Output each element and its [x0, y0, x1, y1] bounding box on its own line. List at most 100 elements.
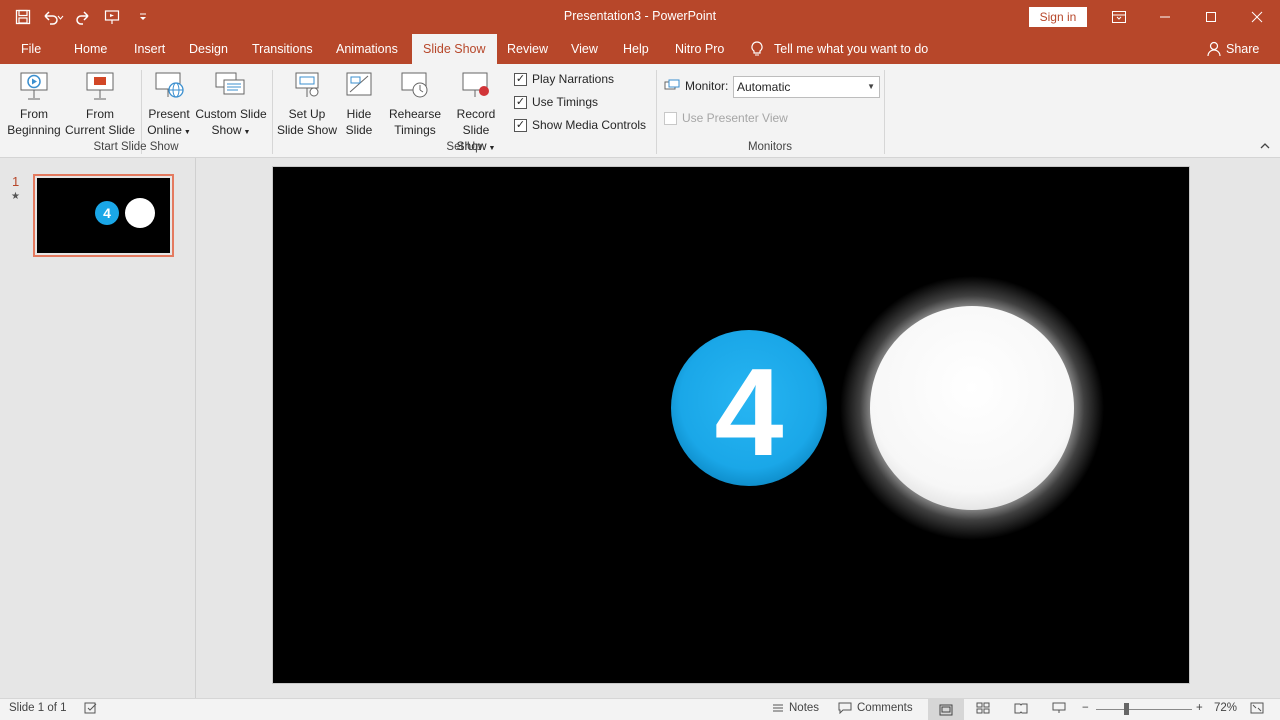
set-up-slide-show-button[interactable]: Set Up Slide Show [276, 70, 338, 138]
normal-view-button[interactable] [928, 699, 964, 720]
hide-slide-button[interactable]: Hide Slide [338, 70, 380, 138]
hide-slide-icon [346, 72, 372, 96]
thumbnail-graphics: 4 [95, 198, 155, 228]
glowing-white-circle[interactable] [840, 276, 1104, 540]
ribbon-tabs: File Home Insert Design Transitions Anim… [0, 34, 1280, 64]
tab-animations[interactable]: Animations [336, 34, 398, 64]
custom-show-label-1: Custom Slide [195, 107, 267, 121]
chevron-down-icon: ▼ [867, 82, 875, 91]
maximize-icon[interactable] [1188, 0, 1234, 34]
normal-view-icon [939, 704, 953, 715]
tab-file[interactable]: File [21, 34, 41, 64]
slide-sorter-icon [976, 702, 990, 714]
monitor-label: Monitor: [664, 79, 728, 93]
dropdown-caret-icon: ▼ [241, 129, 251, 136]
ribbon-display-options-icon[interactable] [1096, 0, 1142, 34]
badge-number-text: 4 [715, 344, 784, 482]
tell-me-text: Tell me what you want to do [774, 42, 929, 56]
present-online-button[interactable]: Present Online ▼ [144, 70, 194, 141]
monitor-icon [664, 79, 680, 90]
use-timings-checkbox[interactable]: ✓ Use Timings [514, 95, 598, 109]
slide-sorter-button[interactable] [976, 702, 990, 714]
tab-insert[interactable]: Insert [134, 34, 165, 64]
from-beginning-button[interactable]: From Beginning [6, 70, 62, 138]
number-badge[interactable]: 4 [671, 330, 827, 486]
sign-in-button[interactable]: Sign in [1029, 7, 1087, 27]
zoom-out-button[interactable]: − [1082, 702, 1089, 714]
reading-view-icon [1014, 703, 1028, 714]
use-presenter-view-checkbox[interactable]: Use Presenter View [664, 111, 788, 125]
person-icon [1207, 41, 1221, 57]
group-separator [656, 70, 657, 154]
tab-design[interactable]: Design [189, 34, 228, 64]
notes-button[interactable]: Notes [772, 702, 819, 714]
collapse-ribbon-icon[interactable] [1259, 140, 1271, 154]
zoom-in-button[interactable]: + [1196, 702, 1203, 714]
slide-show-view-button[interactable] [1052, 702, 1066, 714]
zoom-slider[interactable] [1096, 709, 1192, 710]
checkbox-checked-icon: ✓ [514, 72, 527, 86]
from-beginning-label-1: From [20, 107, 48, 121]
custom-show-label-2: Show [211, 123, 242, 137]
fit-to-window-icon[interactable] [1250, 702, 1264, 714]
rehearse-label-1: Rehearse [388, 107, 442, 121]
record-label-1: Record Slide [456, 107, 496, 137]
ribbon: From Beginning From Current Slide Presen… [0, 64, 1280, 158]
share-button[interactable]: Share [1207, 34, 1259, 64]
slide-thumbnails-pane: 1 ★ 4 [0, 158, 196, 698]
presenter-view-label: Use Presenter View [682, 111, 788, 125]
reading-view-button[interactable] [1014, 702, 1028, 714]
close-icon[interactable] [1234, 0, 1280, 34]
setup-show-label-1: Set Up [288, 107, 326, 121]
hide-slide-label-1: Hide [346, 107, 372, 121]
tab-nitro-pro[interactable]: Nitro Pro [675, 34, 724, 64]
slide-number: 1 [12, 174, 20, 189]
monitor-select-value: Automatic [737, 80, 791, 94]
slide-graphics: 4 [671, 276, 1104, 540]
from-beginning-label-2: Beginning [7, 123, 61, 137]
lightbulb-icon [751, 41, 763, 56]
title-bar: Presentation3 - PowerPoint Sign in [0, 0, 1280, 34]
from-current-label-1: From [86, 107, 114, 121]
tab-home[interactable]: Home [74, 34, 107, 64]
rehearse-timings-button[interactable]: Rehearse Timings [388, 70, 442, 138]
slide-count-status: Slide 1 of 1 [9, 702, 67, 714]
monitor-text: Monitor: [685, 79, 729, 93]
group-label-start-slide-show: Start Slide Show [93, 141, 179, 153]
use-timings-label: Use Timings [532, 95, 599, 109]
from-current-slide-button[interactable]: From Current Slide [64, 70, 136, 138]
slideshow-current-icon [86, 72, 114, 100]
minimize-icon[interactable] [1142, 0, 1188, 34]
present-online-label-2: Online [147, 123, 182, 137]
record-icon [462, 72, 489, 97]
zoom-level[interactable]: 72% [1214, 702, 1237, 714]
tab-slide-show[interactable]: Slide Show [412, 34, 497, 64]
checkbox-checked-icon: ✓ [514, 95, 527, 109]
comments-button[interactable]: Comments [838, 702, 913, 714]
play-narrations-checkbox[interactable]: ✓ Play Narrations [514, 72, 614, 86]
share-label: Share [1226, 42, 1260, 56]
checkbox-unchecked-icon [664, 111, 677, 125]
dropdown-caret-icon: ▼ [181, 129, 191, 136]
tab-view[interactable]: View [571, 34, 598, 64]
checkbox-checked-icon: ✓ [514, 118, 527, 132]
status-bar: Slide 1 of 1 Notes Comments − + 72% [0, 698, 1280, 720]
hide-slide-label-2: Slide [345, 123, 373, 137]
slide-canvas[interactable]: 4 [272, 166, 1190, 684]
notes-label: Notes [789, 702, 820, 714]
rehearse-label-2: Timings [394, 123, 436, 137]
tab-transitions[interactable]: Transitions [252, 34, 313, 64]
play-narrations-label: Play Narrations [532, 72, 615, 86]
setup-show-label-2: Slide Show [276, 123, 338, 137]
group-separator [272, 70, 273, 154]
accessibility-icon[interactable] [84, 702, 98, 714]
zoom-slider-thumb[interactable] [1124, 703, 1129, 715]
tab-review[interactable]: Review [507, 34, 548, 64]
tell-me-box[interactable]: Tell me what you want to do [750, 34, 928, 64]
tab-help[interactable]: Help [623, 34, 649, 64]
custom-slide-show-button[interactable]: Custom Slide Show ▼ [194, 70, 268, 141]
show-media-controls-checkbox[interactable]: ✓ Show Media Controls [514, 118, 646, 132]
slide-thumbnail[interactable]: 4 [33, 174, 174, 257]
present-online-icon [155, 72, 184, 98]
monitor-select[interactable]: Automatic ▼ [733, 76, 880, 98]
